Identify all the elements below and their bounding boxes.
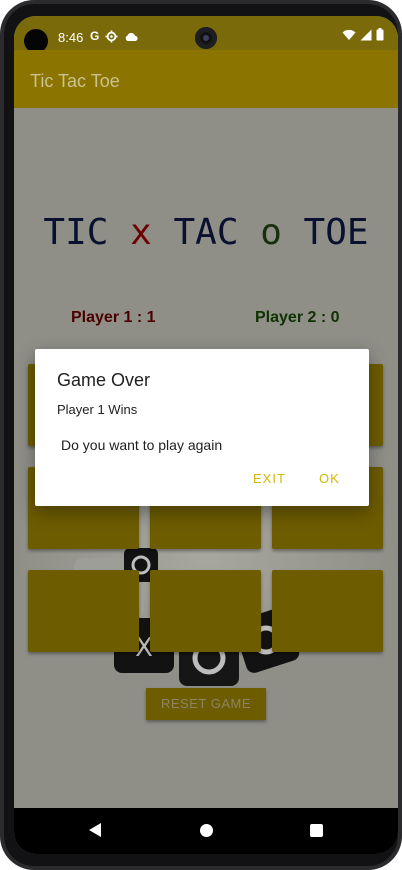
exit-button[interactable]: EXIT (253, 471, 286, 486)
home-icon[interactable] (200, 824, 213, 837)
wifi-icon (342, 29, 356, 40)
recents-icon[interactable] (310, 824, 323, 837)
game-logo: TIC x TAC o TOE (14, 212, 398, 253)
app-bar: Tic Tac Toe (14, 50, 398, 108)
signal-icon (360, 29, 372, 40)
player1-score: Player 1 : 1 (71, 309, 156, 326)
logo-x: x (130, 212, 152, 253)
status-system-icons (342, 28, 384, 41)
status-bar: 8:46 G (14, 16, 398, 53)
app-title: Tic Tac Toe (30, 71, 120, 91)
logo-tac: TAC (151, 212, 261, 253)
player2-score: Player 2 : 0 (255, 309, 340, 326)
back-icon[interactable] (88, 822, 102, 838)
status-time: 8:46 (58, 30, 84, 45)
ok-button[interactable]: OK (319, 471, 340, 486)
board-cell-9[interactable] (272, 570, 383, 652)
dialog-winner-text: Player 1 Wins (57, 402, 138, 417)
battery-icon (376, 28, 384, 41)
dialog-title: Game Over (57, 370, 151, 390)
logo-tic: TIC (43, 212, 131, 253)
navigation-bar (14, 808, 398, 854)
reset-game-button[interactable]: RESET GAME (146, 688, 266, 720)
front-camera-icon (195, 27, 217, 49)
google-g-icon: G (90, 29, 100, 43)
board-cell-8[interactable] (150, 570, 261, 652)
status-notifications: G (90, 29, 138, 43)
board-cell-7[interactable] (28, 570, 139, 652)
settings-icon (105, 29, 118, 43)
logo-toe: TOE (281, 212, 369, 253)
cloud-icon (126, 32, 138, 41)
game-over-dialog: Game Over Player 1 Wins Do you want to p… (35, 349, 369, 506)
logo-o: o (260, 212, 282, 253)
dialog-message: Do you want to play again (61, 437, 223, 453)
